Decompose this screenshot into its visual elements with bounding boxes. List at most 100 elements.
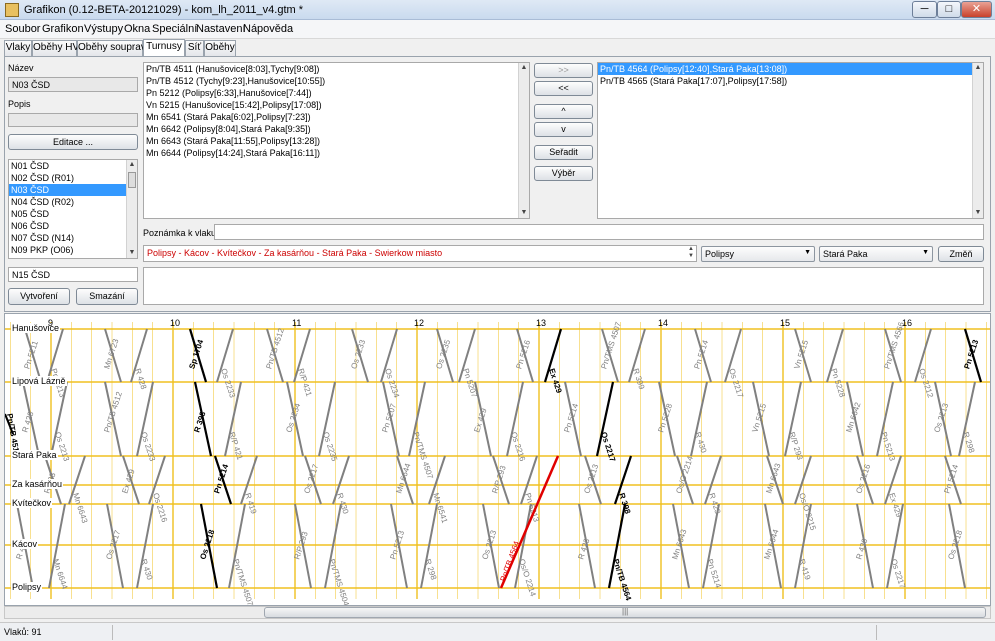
train-label[interactable]: Os 2234: [284, 402, 302, 434]
scroll-down-icon[interactable]: ▼: [973, 208, 983, 218]
available-train-item[interactable]: Mn 6541 (Stará Paka[6:02],Polipsy[7:23]): [144, 111, 529, 123]
tab-vlaky[interactable]: Vlaky: [4, 40, 32, 56]
menu-grafikon[interactable]: Grafikon: [42, 23, 84, 35]
train-label[interactable]: Pn 5216: [514, 338, 532, 370]
scroll-up-icon[interactable]: ▲: [519, 63, 529, 73]
train-label[interactable]: Pn 5207: [380, 402, 398, 434]
delete-button[interactable]: Smazání: [76, 288, 138, 305]
scroll-thumb[interactable]: [128, 172, 136, 188]
train-label[interactable]: Mn 6643: [71, 492, 89, 525]
menu-soubor[interactable]: Soubor: [5, 23, 40, 35]
route-spinner-icon[interactable]: ▲ ▼: [686, 246, 696, 261]
circulation-list-item[interactable]: N06 ČSD: [9, 220, 137, 232]
train-label[interactable]: Sp 1704: [187, 338, 205, 370]
tab-obehy-hv[interactable]: Oběhy HV: [32, 40, 79, 56]
scroll-down-icon[interactable]: ▼: [519, 208, 529, 218]
train-label[interactable]: Pn 5213: [962, 338, 980, 370]
train-label[interactable]: Pn 5214: [212, 463, 230, 495]
available-trains-list[interactable]: Pn/TB 4511 (Hanušovice[8:03],Tychy[9:08]…: [143, 62, 530, 219]
maximize-button[interactable]: □: [937, 1, 961, 18]
menu-nastaveni[interactable]: Nastavení: [196, 23, 246, 35]
tab-sit[interactable]: Síť: [185, 40, 204, 56]
from-station-select[interactable]: Polipsy ▼: [701, 246, 815, 262]
train-label[interactable]: Pn 5228: [829, 367, 847, 399]
menu-specialni[interactable]: Speciální: [152, 23, 197, 35]
train-label[interactable]: Os 2235: [434, 338, 452, 370]
available-train-item[interactable]: Vn 5215 (Hanušovice[15:42],Polipsy[17:08…: [144, 99, 529, 111]
available-train-item[interactable]: Pn 5212 (Polipsy[6:33],Hanušovice[7:44]): [144, 87, 529, 99]
available-train-item[interactable]: Mn 6644 (Polipsy[14:24],Stará Paka[16:11…: [144, 147, 529, 159]
train-note-field[interactable]: [214, 224, 984, 240]
train-label[interactable]: Os/O 2214: [517, 558, 538, 598]
train-label[interactable]: Os 2216: [151, 492, 169, 524]
train-label[interactable]: R 298: [961, 431, 976, 455]
train-label[interactable]: Os 2233: [219, 367, 237, 399]
train-label[interactable]: Os 2216: [854, 463, 872, 495]
assigned-trains-scrollbar[interactable]: ▲ ▼: [972, 63, 983, 218]
train-label[interactable]: R 430: [693, 431, 708, 455]
move-right-button[interactable]: >>: [534, 63, 593, 78]
select-button[interactable]: Výběr: [534, 166, 593, 181]
train-graph[interactable]: Pn 5211 Pn 5213 Mn 6723 R 428 Sp 1704 Os 2233…: [4, 313, 991, 606]
train-label[interactable]: Vn 5215: [750, 402, 768, 434]
train-label[interactable]: Pn 5214: [562, 402, 580, 434]
train-label[interactable]: Mn 6642: [844, 401, 862, 434]
info-text-area[interactable]: [143, 267, 984, 305]
change-button[interactable]: Změň: [938, 246, 984, 262]
train-label[interactable]: Os 2233: [349, 338, 367, 370]
train-label[interactable]: Ex 429: [547, 367, 564, 394]
circulation-list-item[interactable]: N07 ČSD (N14): [9, 232, 137, 244]
minimize-button[interactable]: ─: [912, 1, 937, 18]
train-label[interactable]: Os 2213: [932, 402, 950, 434]
train-label[interactable]: Pn/TMS 4507: [231, 558, 255, 606]
create-button[interactable]: Vytvoření: [8, 288, 70, 305]
new-circulation-field[interactable]: N15 ČSD: [8, 267, 138, 282]
assigned-train-item[interactable]: Pn/TB 4564 (Polipsy[12:40],Stará Paka[13…: [598, 63, 983, 75]
train-label[interactable]: Os 2217: [302, 463, 320, 495]
move-up-button[interactable]: ^: [534, 104, 593, 119]
train-label[interactable]: R 428: [133, 367, 148, 391]
train-label[interactable]: Mn 6644: [51, 558, 69, 591]
circulation-list-item[interactable]: N02 ČSD (R01): [9, 172, 137, 184]
move-left-button[interactable]: <<: [534, 81, 593, 96]
tab-turnusy[interactable]: Turnusy: [143, 39, 185, 56]
train-label[interactable]: Mn 6643: [670, 528, 688, 561]
train-label[interactable]: Pn/TMS 4504: [327, 558, 351, 606]
circulation-list-item[interactable]: N01 ČSD: [9, 160, 137, 172]
train-label[interactable]: Os 2235: [321, 431, 339, 463]
train-label[interactable]: Pn/TB 4512: [102, 390, 124, 433]
train-label[interactable]: Os 2217: [599, 431, 617, 463]
train-label[interactable]: Pn 5214: [705, 558, 723, 590]
train-graph-canvas[interactable]: Pn 5211 Pn 5213 Mn 6723 R 428 Sp 1704 Os 2233…: [5, 314, 991, 606]
circulation-list-item[interactable]: N09 PKP (O06): [9, 244, 137, 256]
train-label[interactable]: Pn 5214: [692, 338, 710, 370]
available-train-item[interactable]: Pn/TB 4511 (Hanušovice[8:03],Tychy[9:08]…: [144, 63, 529, 75]
train-label[interactable]: Mn 6644: [762, 528, 780, 561]
available-trains-scrollbar[interactable]: ▲ ▼: [518, 63, 529, 218]
available-train-item[interactable]: Mn 6642 (Polipsy[8:04],Stará Paka[9:35]): [144, 123, 529, 135]
circulation-list-item[interactable]: N05 ČSD: [9, 208, 137, 220]
train-label[interactable]: Os 2216: [509, 431, 527, 463]
circulation-list-scrollbar[interactable]: ▲ ▼: [126, 160, 137, 258]
close-button[interactable]: ✕: [961, 1, 992, 18]
train-label[interactable]: Mn 6723: [102, 337, 120, 370]
name-field[interactable]: N03 ČSD: [8, 77, 138, 92]
assigned-train-item[interactable]: Pn/TB 4565 (Stará Paka[17:07],Polipsy[17…: [598, 75, 983, 87]
train-label[interactable]: Pn/TB 4564: [611, 558, 633, 602]
train-label[interactable]: Pn 5214: [942, 463, 960, 495]
train-label[interactable]: Os 2233: [139, 431, 157, 463]
train-label[interactable]: R 399: [631, 367, 646, 391]
menu-napoveda[interactable]: Nápověda: [243, 23, 293, 35]
train-label[interactable]: Vn 5215: [792, 338, 810, 370]
train-label[interactable]: Pn 5213: [879, 431, 897, 463]
scroll-up-icon[interactable]: ▲: [973, 63, 983, 73]
circulation-list[interactable]: N01 ČSD N02 ČSD (R01) N03 ČSD N04 ČSD (R02)…: [8, 159, 138, 259]
train-label[interactable]: Mn 6644: [394, 462, 412, 495]
train-label[interactable]: R/P 293: [787, 431, 805, 462]
train-label[interactable]: Os/O 2214: [674, 455, 695, 495]
assigned-trains-list[interactable]: Pn/TB 4564 (Polipsy[12:40],Stará Paka[13…: [597, 62, 984, 219]
train-label[interactable]: Os 2213: [582, 463, 600, 495]
to-station-select[interactable]: Stará Paka ▼: [819, 246, 933, 262]
scroll-down-icon[interactable]: ▼: [127, 248, 137, 258]
sort-button[interactable]: Seřadit: [534, 145, 593, 160]
